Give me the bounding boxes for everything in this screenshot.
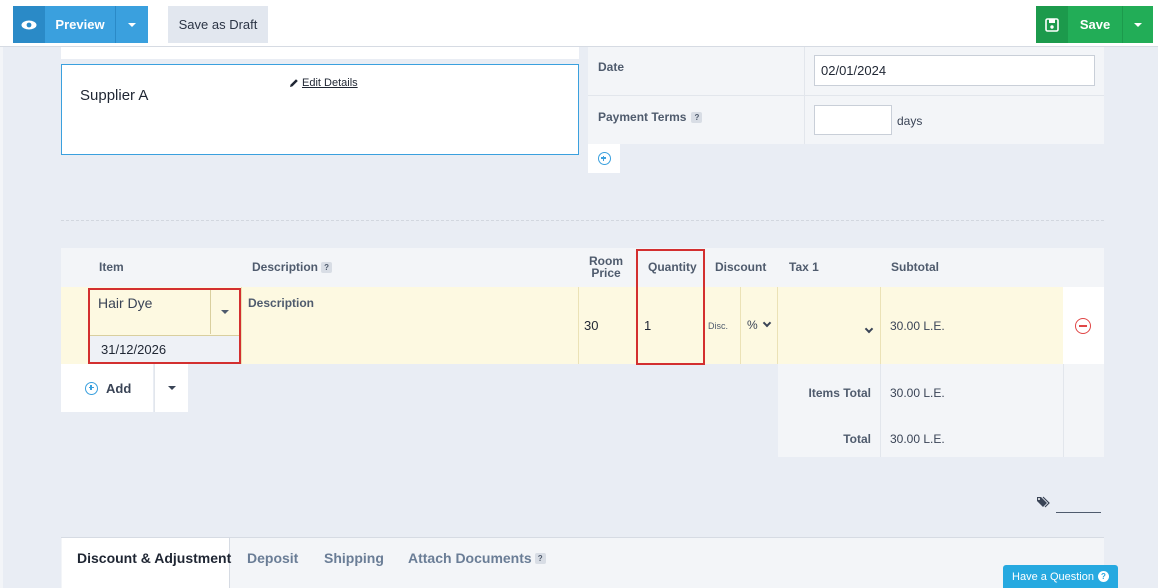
add-item-label: Add	[106, 380, 132, 396]
divider	[880, 364, 881, 457]
header-description: Description	[252, 260, 319, 274]
have-a-question-label: Have a Question	[1012, 570, 1094, 583]
plus-circle-icon	[597, 152, 611, 165]
cell-divider	[777, 287, 778, 364]
chevron-down-icon	[864, 324, 874, 334]
save-button[interactable]: Save	[1068, 6, 1122, 43]
caret-down-icon	[221, 310, 229, 314]
tab-shipping[interactable]: Shipping	[324, 550, 384, 566]
help-icon[interactable]: ?	[321, 261, 333, 273]
help-icon[interactable]: ?	[534, 552, 546, 564]
date-label: Date	[598, 60, 625, 74]
total-label: Total	[843, 432, 871, 446]
help-icon[interactable]: ?	[691, 111, 703, 123]
edit-details-link[interactable]: Edit Details	[289, 77, 358, 89]
add-field-button[interactable]	[588, 144, 620, 173]
tab-discount-adjustment[interactable]: Discount & Adjustment	[77, 550, 231, 566]
preview-button[interactable]: Preview	[45, 6, 115, 43]
chevron-down-icon	[762, 318, 771, 328]
edit-details-label: Edit Details	[302, 77, 358, 89]
description-input[interactable]: Description	[248, 296, 314, 310]
discount-type-select[interactable]: %	[747, 318, 771, 332]
caret-down-icon	[1134, 22, 1142, 27]
divider	[804, 47, 805, 144]
discount-input[interactable]: Disc.	[708, 321, 728, 331]
header-description-wrap: Description ?	[252, 260, 333, 274]
cell-divider	[578, 287, 579, 364]
discount-type-value: %	[747, 318, 758, 332]
header-tax: Tax 1	[789, 260, 819, 274]
plus-circle-icon	[85, 381, 98, 395]
add-item-dropdown-button[interactable]	[154, 364, 188, 412]
preview-dropdown-button[interactable]	[115, 6, 148, 43]
item-name[interactable]: Hair Dye	[98, 295, 152, 311]
header-price-line2: Price	[591, 266, 621, 280]
items-total-value: 30.00 L.E.	[890, 386, 945, 400]
cell-divider	[241, 287, 242, 364]
caret-down-icon	[128, 22, 136, 27]
row-subtotal: 30.00 L.E.	[890, 319, 945, 333]
quantity-column-highlight	[636, 249, 705, 365]
tab-attach-documents-label: Attach Documents	[408, 550, 532, 566]
items-table-header	[61, 248, 1104, 287]
tab-attach-documents[interactable]: Attach Documents ?	[408, 550, 546, 566]
supplier-card-top	[61, 47, 579, 59]
floppy-icon[interactable]	[1036, 6, 1068, 43]
header-subtotal: Subtotal	[891, 260, 939, 274]
save-dropdown-button[interactable]	[1122, 6, 1153, 43]
cell-divider	[880, 287, 881, 364]
date-input[interactable]: 02/01/2024	[814, 55, 1095, 86]
page-edge	[0, 47, 3, 588]
remove-row-icon[interactable]	[1075, 318, 1091, 334]
items-total-label: Items Total	[808, 386, 871, 400]
header-price: Room Price	[589, 255, 623, 279]
divider	[588, 95, 1104, 96]
cell-divider	[740, 287, 741, 364]
header-discount: Discount	[715, 260, 767, 274]
item-dropdown-button[interactable]	[210, 290, 239, 334]
eye-icon[interactable]	[13, 6, 45, 43]
payment-terms-label: Payment Terms ?	[598, 110, 703, 124]
days-label: days	[897, 114, 923, 128]
section-divider	[61, 220, 1104, 221]
tax-select[interactable]	[864, 320, 874, 335]
pencil-icon	[290, 79, 298, 87]
tab-deposit[interactable]: Deposit	[247, 550, 298, 566]
header-item: Item	[99, 260, 124, 274]
save-draft-button[interactable]: Save as Draft	[168, 6, 268, 43]
tag-input[interactable]	[1056, 512, 1101, 513]
add-item-button[interactable]: Add	[61, 364, 153, 412]
divider	[1063, 364, 1064, 457]
total-value: 30.00 L.E.	[890, 432, 945, 446]
quantity-input[interactable]: 1	[644, 318, 651, 333]
have-a-question-button[interactable]: Have a Question ?	[1003, 565, 1118, 588]
caret-down-icon	[167, 386, 176, 390]
tag-icon[interactable]	[1037, 496, 1051, 511]
price-input[interactable]: 30	[584, 318, 598, 333]
question-icon: ?	[1097, 571, 1109, 582]
item-expiry-date[interactable]: 31/12/2026	[90, 335, 239, 362]
payment-terms-text: Payment Terms	[598, 110, 687, 124]
payment-terms-input[interactable]	[814, 105, 892, 135]
supplier-name: Supplier A	[80, 87, 149, 104]
